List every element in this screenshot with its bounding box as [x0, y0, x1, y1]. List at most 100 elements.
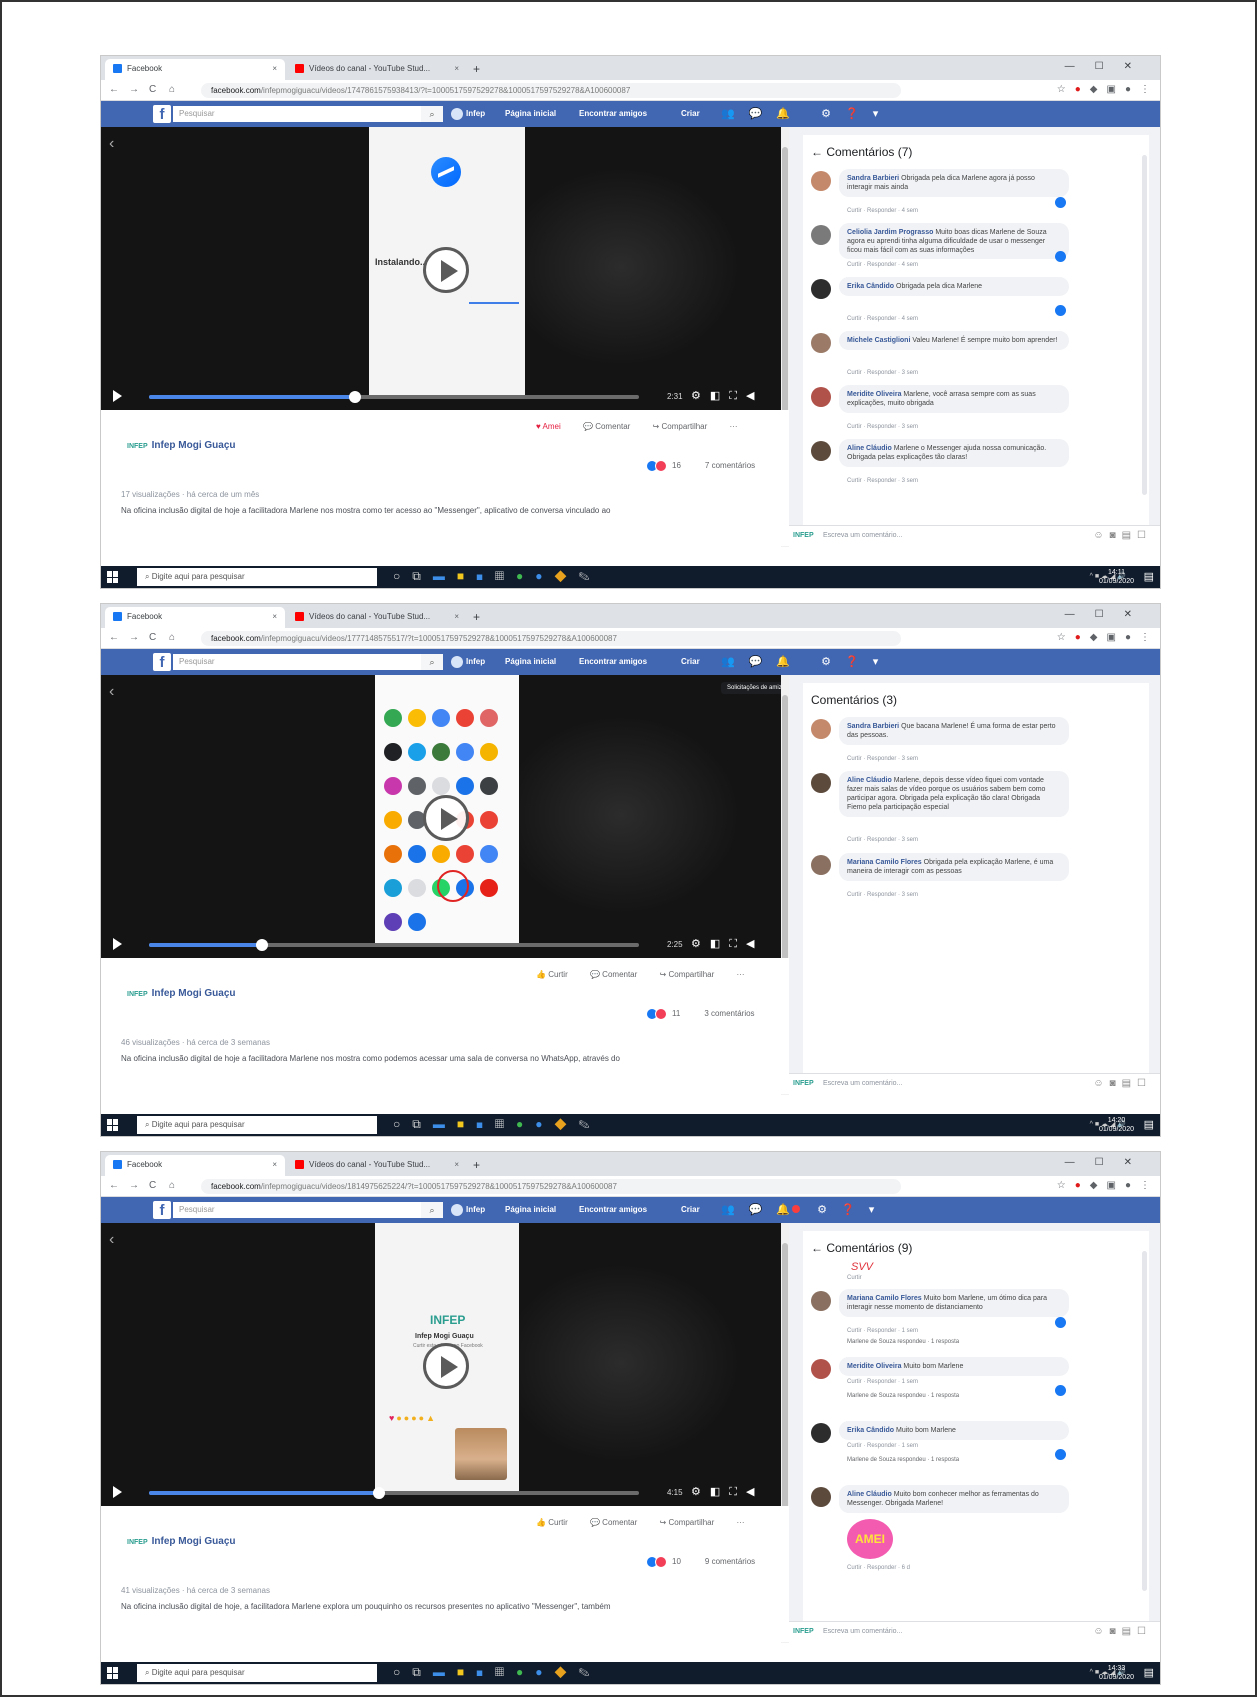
- tab-youtube[interactable]: Vídeos do canal - YouTube Stud... ×: [287, 59, 467, 80]
- avatar[interactable]: [811, 1291, 831, 1311]
- comment-button[interactable]: 💬 Comentar: [583, 422, 640, 431]
- star-icon[interactable]: ☆: [1057, 1180, 1066, 1191]
- commenter-name[interactable]: Michele Castiglioni: [847, 337, 910, 344]
- facebook-logo-icon[interactable]: f: [153, 1201, 171, 1219]
- comment-count[interactable]: 9 comentários: [705, 1557, 755, 1566]
- forward-icon[interactable]: →: [129, 632, 139, 643]
- comments-scrollbar[interactable]: [1142, 155, 1147, 495]
- page-name-link[interactable]: INFEP Infep Mogi Guaçu: [127, 1536, 236, 1547]
- more-button[interactable]: ···: [737, 970, 745, 979]
- page-name-link[interactable]: INFEP Infep Mogi Guaçu: [127, 988, 236, 999]
- facebook-nav-icons[interactable]: 👥💬🔔 ⚙❓▾: [721, 107, 892, 120]
- avatar[interactable]: [811, 279, 831, 299]
- avatar[interactable]: [811, 1423, 831, 1443]
- avatar[interactable]: [811, 225, 831, 245]
- opera-icon[interactable]: ●: [1075, 84, 1081, 95]
- facebook-nav-icons[interactable]: 👥💬🔔 ⚙❓▾: [721, 655, 892, 668]
- comment-actions[interactable]: Curtir · Responder · 3 sem: [847, 478, 918, 484]
- nav-find-friends-link[interactable]: Encontrar amigos: [579, 109, 647, 118]
- comment-actions[interactable]: Curtir · Responder · 3 sem: [847, 837, 918, 843]
- video-progress-bar[interactable]: [149, 1487, 639, 1499]
- back-icon[interactable]: ←: [109, 1180, 119, 1191]
- video-player[interactable]: ‹ 2:25 ⚙◧⛶◀: [101, 675, 781, 958]
- puzzle-icon[interactable]: ▣: [1107, 84, 1116, 95]
- menu-icon[interactable]: ⋮: [1140, 1180, 1150, 1191]
- share-button[interactable]: ↪ Compartilhar: [660, 970, 725, 979]
- tab-facebook[interactable]: Facebook ×: [105, 607, 285, 628]
- nav-create-link[interactable]: Criar: [681, 657, 700, 666]
- play-button[interactable]: [423, 1343, 469, 1389]
- progress-knob[interactable]: [373, 1487, 386, 1499]
- reaction-summary[interactable]: 10 9 comentários: [646, 1556, 755, 1568]
- taskbar-search-input[interactable]: ⌕ Digite aqui para pesquisar: [137, 568, 377, 586]
- progress-knob[interactable]: [348, 391, 361, 403]
- comment-actions[interactable]: Curtir: [847, 1275, 862, 1281]
- love-button[interactable]: ♥ Amei: [536, 422, 571, 431]
- windows-start-icon[interactable]: [107, 571, 119, 583]
- comment-button[interactable]: 💬 Comentar: [590, 1518, 647, 1527]
- opera-icon[interactable]: ●: [1075, 632, 1081, 643]
- commenter-name[interactable]: Erika Cândido: [847, 283, 894, 290]
- star-icon[interactable]: ☆: [1057, 84, 1066, 95]
- home-icon[interactable]: ⌂: [169, 632, 175, 643]
- commenter-name[interactable]: Mariana Camilo Flores: [847, 1295, 922, 1302]
- play-icon[interactable]: [113, 1486, 122, 1498]
- facebook-logo-icon[interactable]: f: [153, 105, 171, 123]
- comment-button[interactable]: 💬 Comentar: [590, 970, 647, 979]
- avatar[interactable]: [811, 1359, 831, 1379]
- tab-youtube[interactable]: Vídeos do canal - YouTube Stud... ×: [287, 607, 467, 628]
- comment-actions[interactable]: Curtir · Responder · 3 sem: [847, 424, 918, 430]
- scrollbar-thumb[interactable]: [782, 147, 788, 447]
- video-control-icons[interactable]: ⚙◧⛶◀: [691, 937, 763, 951]
- share-button[interactable]: ↪ Compartilhar: [660, 1518, 725, 1527]
- opera-icon[interactable]: ●: [1075, 1180, 1081, 1191]
- taskbar-search-input[interactable]: ⌕ Digite aqui para pesquisar: [137, 1116, 377, 1134]
- extension-icons[interactable]: ☆ ● ◆ ▣ ● ⋮: [1048, 632, 1150, 643]
- nav-find-friends-link[interactable]: Encontrar amigos: [579, 1205, 647, 1214]
- forward-icon[interactable]: →: [129, 1180, 139, 1191]
- comment-actions[interactable]: Curtir · Responder · 4 sem: [847, 208, 918, 214]
- url-input[interactable]: facebook.com/infepmogiguacu/videos/17771…: [201, 631, 901, 646]
- comment-actions[interactable]: Curtir · Responder · 3 sem: [847, 756, 918, 762]
- url-input[interactable]: facebook.com/infepmogiguacu/videos/18149…: [201, 1179, 901, 1194]
- close-tab-icon[interactable]: ×: [454, 612, 459, 621]
- comment-actions[interactable]: Curtir · Responder · 3 sem: [847, 892, 918, 898]
- menu-icon[interactable]: ⋮: [1140, 632, 1150, 643]
- tab-facebook[interactable]: Facebook ×: [105, 1155, 285, 1176]
- reload-icon[interactable]: C: [149, 84, 156, 95]
- share-button[interactable]: ↪ Compartilhar: [653, 422, 718, 431]
- facebook-logo-icon[interactable]: f: [153, 653, 171, 671]
- scrollbar-thumb[interactable]: [782, 695, 788, 995]
- nav-create-link[interactable]: Criar: [681, 109, 700, 118]
- facebook-search-input[interactable]: Pesquisar: [173, 106, 441, 122]
- play-button[interactable]: [423, 795, 469, 841]
- close-tab-icon[interactable]: ×: [454, 64, 459, 73]
- comments-scrollbar[interactable]: [1142, 1251, 1147, 1591]
- comment-count[interactable]: 3 comentários: [704, 1009, 754, 1018]
- menu-icon[interactable]: ⋮: [1140, 84, 1150, 95]
- comment-actions[interactable]: Curtir · Responder · 1 sem: [847, 1379, 918, 1385]
- like-button[interactable]: 👍 Curtir: [536, 970, 578, 979]
- search-icon[interactable]: ⌕: [421, 106, 443, 122]
- avatar[interactable]: [811, 1487, 831, 1507]
- close-tab-icon[interactable]: ×: [272, 612, 277, 621]
- progress-knob[interactable]: [255, 939, 268, 951]
- reply-thread-link[interactable]: Marlene de Souza respondeu · 1 resposta: [847, 1339, 959, 1345]
- comment-actions[interactable]: Curtir · Responder · 4 sem: [847, 316, 918, 322]
- extension-icon[interactable]: ◆: [1090, 1180, 1098, 1191]
- notification-center-icon[interactable]: ▤: [1144, 1666, 1154, 1679]
- taskbar-apps[interactable]: ○⧉▬■◼▦●●◆✎: [393, 1117, 601, 1132]
- search-icon[interactable]: ⌕: [421, 654, 443, 670]
- avatar[interactable]: [811, 773, 831, 793]
- video-progress-bar[interactable]: [149, 939, 639, 951]
- nav-create-link[interactable]: Criar: [681, 1205, 700, 1214]
- play-icon[interactable]: [113, 938, 122, 950]
- comment-count[interactable]: 7 comentários: [705, 461, 755, 470]
- video-back-icon[interactable]: ‹: [109, 135, 114, 153]
- extension-icon[interactable]: ◆: [1090, 632, 1098, 643]
- windows-start-icon[interactable]: [107, 1119, 119, 1131]
- video-control-icons[interactable]: ⚙◧⛶◀: [691, 389, 763, 403]
- video-back-icon[interactable]: ‹: [109, 683, 114, 701]
- nav-home-link[interactable]: Página inicial: [505, 1205, 556, 1214]
- reply-thread-link[interactable]: Marlene de Souza respondeu · 1 resposta: [847, 1457, 959, 1463]
